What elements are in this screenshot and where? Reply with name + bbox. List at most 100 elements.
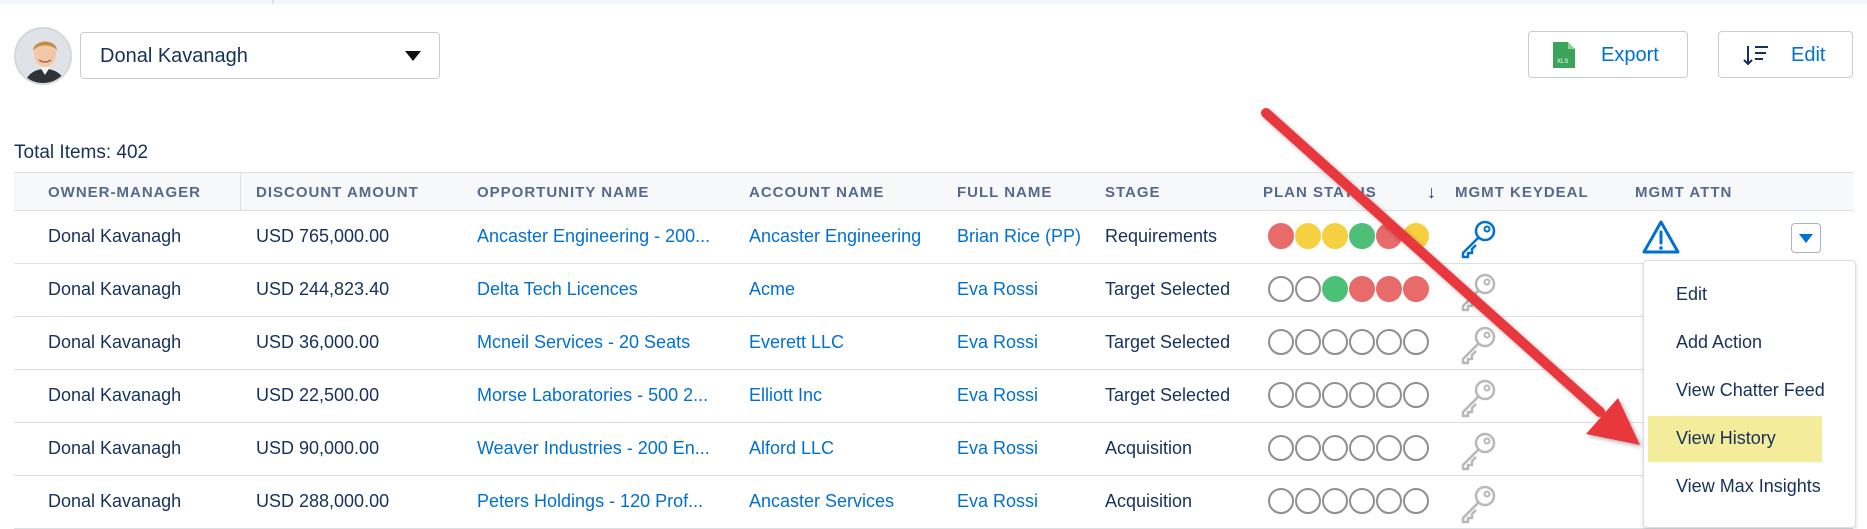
total-items: Total Items: 402 — [14, 142, 149, 163]
status-dot-empty — [1268, 329, 1294, 355]
cell-account[interactable]: Elliott Inc — [749, 385, 822, 406]
row-actions-button[interactable] — [1791, 223, 1821, 253]
status-dot-empty — [1268, 435, 1294, 461]
cell-full-name[interactable]: Eva Rossi — [957, 438, 1038, 459]
column-header-mgmt-keydeal[interactable]: MGMT KEYDEAL — [1455, 184, 1589, 201]
cell-owner: Donal Kavanagh — [48, 438, 182, 458]
cell-owner: Donal Kavanagh — [48, 385, 182, 405]
chevron-down-icon — [405, 51, 421, 61]
table-row: Donal Kavanagh USD 22,500.00 Morse Laborat… — [14, 370, 1853, 423]
cell-full-name[interactable]: Eva Rossi — [957, 279, 1038, 300]
cell-full-name[interactable]: Brian Rice (PP) — [957, 226, 1081, 247]
status-dot-red — [1403, 276, 1429, 302]
cell-owner: Donal Kavanagh — [48, 332, 182, 352]
key-icon — [1458, 217, 1500, 264]
status-dot-empty — [1322, 435, 1348, 461]
avatar — [14, 27, 72, 85]
column-header-discount-amount[interactable]: DISCOUNT AMOUNT — [256, 184, 419, 201]
status-dot-empty — [1268, 382, 1294, 408]
cell-discount: USD 90,000.00 — [256, 438, 380, 458]
cell-opportunity[interactable]: Peters Holdings - 120 Prof... — [477, 491, 703, 512]
menu-item-edit[interactable]: Edit — [1648, 272, 1822, 318]
status-dot-yellow — [1295, 223, 1321, 249]
cell-account[interactable]: Acme — [749, 279, 795, 300]
menu-item-label: Edit — [1676, 284, 1708, 304]
edit-button[interactable]: Edit — [1718, 31, 1853, 78]
cell-opportunity[interactable]: Delta Tech Licences — [477, 279, 638, 300]
warning-icon — [1641, 219, 1681, 260]
status-dot-empty — [1376, 488, 1402, 514]
cell-account[interactable]: Alford LLC — [749, 438, 834, 459]
table-row: Donal Kavanagh USD 36,000.00 Mcneil Servic… — [14, 317, 1853, 370]
caret-down-icon — [1799, 234, 1813, 243]
column-header-account-name[interactable]: ACCOUNT NAME — [749, 184, 884, 201]
export-button[interactable]: XLS Export — [1528, 31, 1688, 78]
column-header-opportunity-name[interactable]: OPPORTUNITY NAME — [477, 184, 649, 201]
menu-item-label: Add Action — [1676, 332, 1763, 352]
cell-opportunity[interactable]: Morse Laboratories - 500 2... — [477, 385, 708, 406]
status-dot-empty — [1322, 329, 1348, 355]
menu-item-view-chatter-feed[interactable]: View Chatter Feed — [1648, 368, 1825, 414]
cell-stage: Target Selected — [1105, 279, 1231, 299]
cell-owner: Donal Kavanagh — [48, 491, 182, 511]
column-header-full-name[interactable]: FULL NAME — [957, 184, 1052, 201]
cell-account[interactable]: Ancaster Engineering — [749, 226, 921, 247]
column-header-owner-manager[interactable]: OWNER-MANAGER — [48, 184, 201, 201]
xls-file-icon: XLS — [1553, 42, 1575, 73]
key-icon — [1458, 376, 1500, 423]
status-dot-empty — [1376, 329, 1402, 355]
status-dot-empty — [1295, 276, 1321, 302]
owner-select[interactable]: Donal Kavanagh — [80, 32, 440, 79]
cell-discount: USD 36,000.00 — [256, 332, 380, 352]
sort-lines-icon — [1743, 44, 1769, 71]
cell-discount: USD 244,823.40 — [256, 279, 390, 299]
cell-discount: USD 288,000.00 — [256, 491, 390, 511]
status-dot-green — [1349, 223, 1375, 249]
status-dot-red — [1376, 276, 1402, 302]
cell-full-name[interactable]: Eva Rossi — [957, 491, 1038, 512]
cell-full-name[interactable]: Eva Rossi — [957, 385, 1038, 406]
menu-item-label: View Chatter Feed — [1676, 380, 1825, 400]
key-icon — [1458, 482, 1500, 529]
export-button-label: Export — [1601, 44, 1659, 66]
cell-account[interactable]: Ancaster Services — [749, 491, 894, 512]
status-dot-empty — [1268, 488, 1294, 514]
cell-owner: Donal Kavanagh — [48, 279, 182, 299]
menu-item-label: View Max Insights — [1676, 476, 1821, 496]
status-dot-empty — [1349, 488, 1375, 514]
cell-stage: Target Selected — [1105, 385, 1231, 405]
xls-file-icon-text: XLS — [1557, 59, 1568, 65]
status-dot-empty — [1349, 329, 1375, 355]
status-dot-empty — [1322, 382, 1348, 408]
top-strip — [0, 0, 1867, 4]
status-dot-yellow — [1322, 223, 1348, 249]
cell-opportunity[interactable]: Weaver Industries - 200 En... — [477, 438, 710, 459]
menu-item-view-max-insights[interactable]: View Max Insights — [1648, 464, 1822, 510]
status-dot-empty — [1322, 488, 1348, 514]
row-action-menu: Edit Add Action View Chatter Feed View H… — [1643, 260, 1856, 528]
table-row: Donal Kavanagh USD 244,823.40 Delta Tech L… — [14, 264, 1853, 317]
cell-full-name[interactable]: Eva Rossi — [957, 332, 1038, 353]
key-icon — [1458, 323, 1500, 370]
key-icon — [1458, 270, 1500, 317]
menu-item-view-history[interactable]: View History — [1648, 416, 1822, 462]
status-dot-empty — [1268, 276, 1294, 302]
cell-account[interactable]: Everett LLC — [749, 332, 844, 353]
column-header-mgmt-attn[interactable]: MGMT ATTN — [1635, 184, 1732, 201]
cell-owner: Donal Kavanagh — [48, 226, 182, 246]
cell-opportunity[interactable]: Ancaster Engineering - 200... — [477, 226, 710, 247]
status-dot-empty — [1295, 329, 1321, 355]
status-dot-empty — [1295, 435, 1321, 461]
cell-stage: Acquisition — [1105, 491, 1193, 511]
top-strip-divider — [272, 0, 274, 4]
column-header-stage[interactable]: STAGE — [1105, 184, 1161, 201]
cell-stage: Target Selected — [1105, 332, 1231, 352]
menu-item-add-action[interactable]: Add Action — [1648, 320, 1822, 366]
cell-stage: Requirements — [1105, 226, 1218, 246]
status-dot-empty — [1403, 329, 1429, 355]
column-header-plan-status[interactable]: PLAN STATUS — [1263, 184, 1377, 201]
cell-stage: Acquisition — [1105, 438, 1193, 458]
cell-opportunity[interactable]: Mcneil Services - 20 Seats — [477, 332, 690, 353]
edit-button-label: Edit — [1791, 44, 1826, 66]
status-dot-empty — [1376, 435, 1402, 461]
